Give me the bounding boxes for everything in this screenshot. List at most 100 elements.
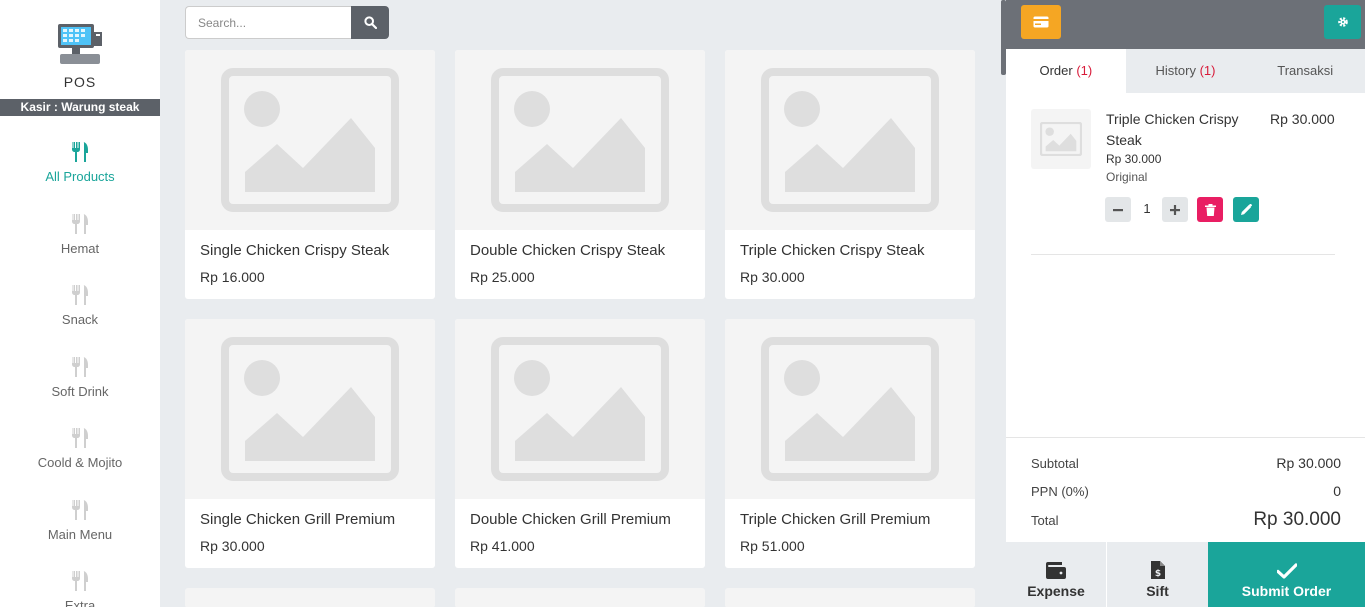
tab-label: Transaksi: [1277, 63, 1334, 78]
product-card[interactable]: Single Chicken Crispy Steak Rp 16.000: [185, 50, 435, 299]
utensils-icon: [72, 357, 88, 377]
product-image-placeholder: [185, 319, 435, 499]
order-item-variant: Original: [1106, 170, 1148, 184]
category-all-products[interactable]: All Products: [0, 141, 160, 184]
tab-count: (1): [1076, 63, 1093, 78]
utensils-icon: [72, 428, 88, 448]
plus-icon: [1170, 204, 1180, 215]
category-label: Extra: [64, 598, 96, 607]
product-image-placeholder: [725, 319, 975, 499]
decrease-qty-button[interactable]: [1105, 197, 1131, 222]
image-placeholder-icon: [221, 337, 399, 481]
image-placeholder-icon: [491, 337, 669, 481]
subtotal-row: Subtotal Rp 30.000: [1031, 455, 1341, 471]
tab-history[interactable]: History (1): [1126, 49, 1246, 93]
product-price: Rp 25.000: [470, 269, 535, 285]
category-main-menu[interactable]: Main Menu: [0, 499, 160, 542]
product-price: Rp 30.000: [200, 538, 265, 554]
category-label: Coold & Mojito: [37, 455, 123, 470]
utensils-icon: [72, 214, 88, 234]
sift-button[interactable]: $ Sift: [1107, 542, 1208, 607]
card-payment-button[interactable]: [1021, 5, 1061, 39]
ppn-label: PPN (0%): [1031, 484, 1089, 499]
product-price: Rp 41.000: [470, 538, 535, 554]
category-hemat[interactable]: Hemat: [0, 213, 160, 256]
pos-terminal-icon: [58, 24, 102, 64]
panel-tabs: Order (1) History (1) Transaksi: [1006, 49, 1365, 93]
product-name: Double Chicken Crispy Steak: [470, 242, 666, 259]
invoice-icon: $: [1150, 561, 1165, 579]
product-image-placeholder: [455, 319, 705, 499]
pencil-icon: [1240, 204, 1252, 215]
settings-button[interactable]: [1324, 5, 1361, 39]
image-placeholder-icon: [491, 68, 669, 212]
search-input[interactable]: [185, 6, 352, 39]
category-extra[interactable]: Extra: [0, 570, 160, 607]
order-item-name: Triple Chicken Crispy Steak: [1106, 111, 1239, 148]
category-snack[interactable]: Snack: [0, 284, 160, 327]
product-card[interactable]: [725, 588, 975, 607]
ppn-value: 0: [1333, 483, 1341, 499]
total-label: Total: [1031, 513, 1059, 528]
product-card[interactable]: Single Chicken Grill Premium Rp 30.000: [185, 319, 435, 568]
action-bar: Expense $ Sift Submit Order: [1006, 542, 1365, 607]
product-card[interactable]: Triple Chicken Grill Premium Rp 51.000: [725, 319, 975, 568]
submit-order-label: Submit Order: [1241, 583, 1332, 599]
product-card[interactable]: Double Chicken Grill Premium Rp 41.000: [455, 319, 705, 568]
tab-transaksi[interactable]: Transaksi: [1245, 49, 1365, 93]
order-item-total: Rp 30.000: [1270, 111, 1335, 127]
order-summary: Subtotal Rp 30.000 PPN (0%) 0 Total Rp 3…: [1006, 437, 1365, 542]
quantity-value: 1: [1143, 201, 1151, 216]
product-card[interactable]: Triple Chicken Crispy Steak Rp 30.000: [725, 50, 975, 299]
gear-icon: [1337, 17, 1348, 27]
image-placeholder-icon: [761, 68, 939, 212]
product-name: Single Chicken Grill Premium: [200, 511, 396, 528]
category-label: Main Menu: [47, 527, 113, 542]
product-card[interactable]: [455, 588, 705, 607]
product-card[interactable]: Double Chicken Crispy Steak Rp 25.000: [455, 50, 705, 299]
product-name: Triple Chicken Crispy Steak: [740, 242, 925, 259]
product-price: Rp 51.000: [740, 538, 805, 554]
utensils-icon: [72, 142, 88, 162]
tab-label: Order: [1039, 63, 1073, 78]
product-image-placeholder: [185, 50, 435, 230]
image-placeholder-icon: [221, 68, 399, 212]
increase-qty-button[interactable]: [1162, 197, 1188, 222]
product-card[interactable]: [185, 588, 435, 607]
expense-button[interactable]: Expense: [1006, 542, 1107, 607]
product-name: Double Chicken Grill Premium: [470, 511, 671, 528]
category-label: Soft Drink: [51, 384, 109, 399]
check-icon: [1276, 563, 1297, 579]
total-value: Rp 30.000: [1253, 509, 1341, 530]
product-price: Rp 16.000: [200, 269, 265, 285]
tab-label: History: [1155, 63, 1196, 78]
delete-item-button[interactable]: [1197, 197, 1223, 222]
utensils-icon: [72, 500, 88, 520]
sidebar: POS Kasir : Warung steak All Products He…: [0, 0, 160, 607]
edit-item-button[interactable]: [1233, 197, 1259, 222]
category-coold-mojito[interactable]: Coold & Mojito: [0, 427, 160, 470]
category-soft-drink[interactable]: Soft Drink: [0, 356, 160, 399]
cashier-label: Kasir : Warung steak: [0, 99, 160, 116]
wallet-icon: [1046, 562, 1066, 579]
order-divider: [1031, 254, 1335, 255]
image-placeholder-icon: [761, 337, 939, 481]
utensils-icon: [72, 571, 88, 591]
expense-label: Expense: [1027, 583, 1085, 599]
search-button[interactable]: [351, 6, 389, 39]
app-name: POS: [63, 74, 97, 90]
product-name: Single Chicken Crispy Steak: [200, 242, 390, 259]
credit-card-icon: [1033, 16, 1049, 28]
total-row: Total Rp 30.000: [1031, 509, 1341, 531]
order-panel: Order (1) History (1) Transaksi Triple C…: [1006, 0, 1365, 607]
tab-order[interactable]: Order (1): [1006, 49, 1126, 93]
category-label: All Products: [45, 169, 115, 184]
sift-label: Sift: [1146, 583, 1169, 599]
product-name: Triple Chicken Grill Premium: [740, 511, 931, 528]
order-item-image: [1031, 109, 1091, 169]
subtotal-value: Rp 30.000: [1276, 455, 1341, 471]
minus-icon: [1113, 208, 1123, 211]
search-icon: [363, 16, 377, 29]
submit-order-button[interactable]: Submit Order: [1208, 542, 1365, 607]
ppn-row: PPN (0%) 0: [1031, 483, 1341, 499]
